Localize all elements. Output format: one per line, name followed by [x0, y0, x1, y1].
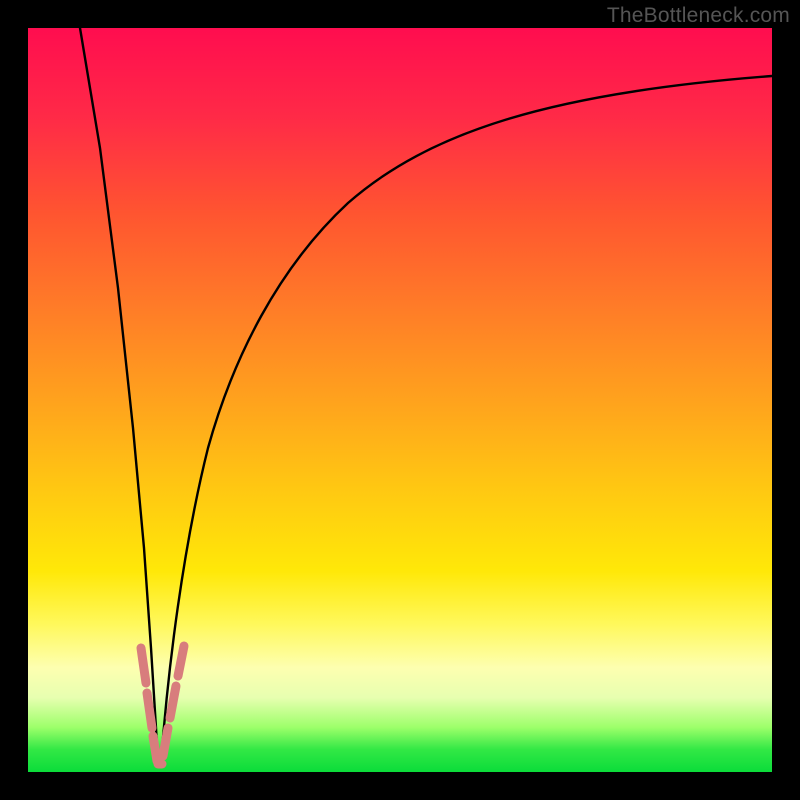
minimum-marker-group	[141, 646, 184, 764]
curve-layer	[28, 28, 772, 772]
curve-right-branch	[161, 76, 772, 763]
attribution-text: TheBottleneck.com	[607, 4, 790, 28]
curve-left-branch	[80, 28, 158, 763]
chart-frame: TheBottleneck.com	[0, 0, 800, 800]
plot-area	[28, 28, 772, 772]
